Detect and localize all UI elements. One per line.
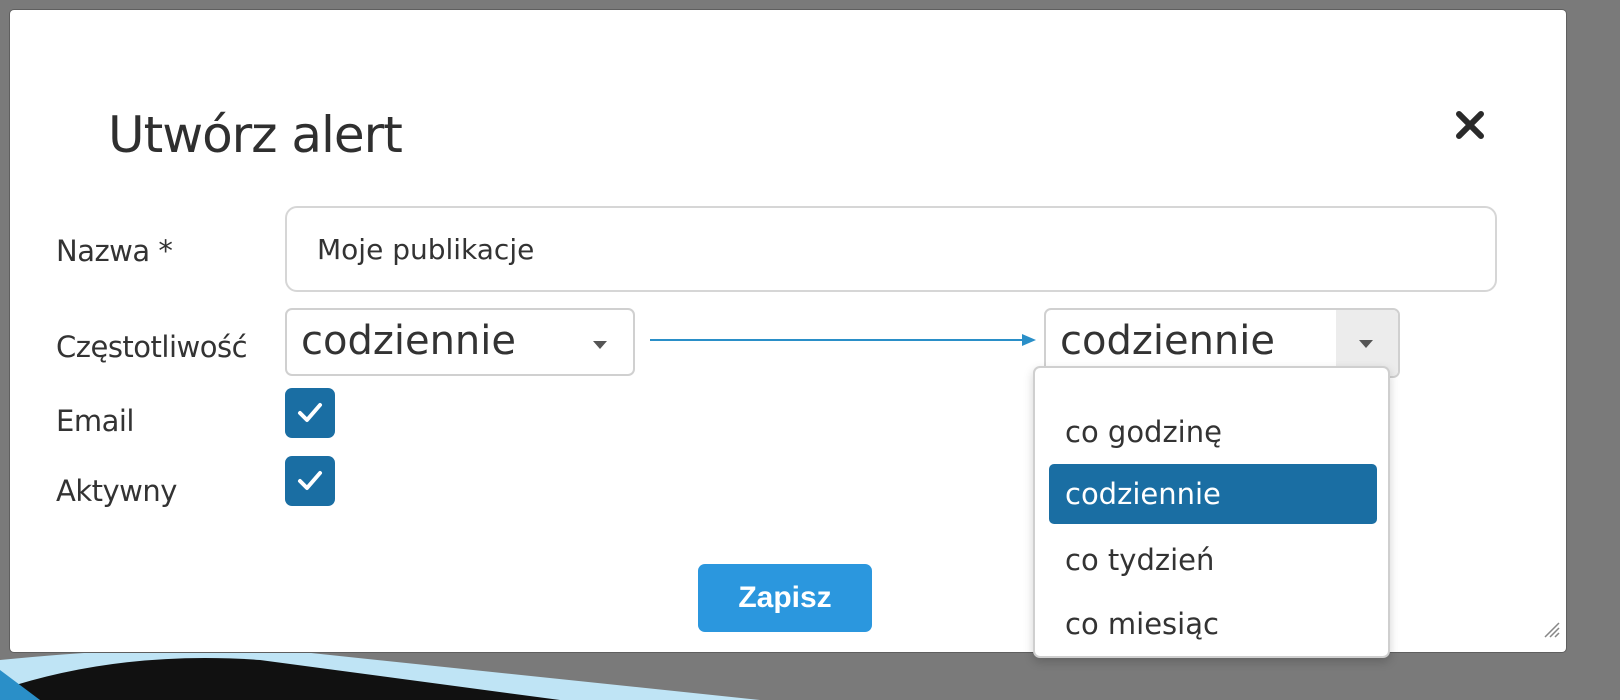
close-icon	[1456, 111, 1484, 139]
frequency-select-expanded-value: codziennie	[1060, 318, 1275, 364]
email-label: Email	[56, 404, 134, 438]
resize-grip-icon[interactable]	[1542, 620, 1560, 638]
chevron-down-icon	[593, 341, 607, 349]
dropdown-option-monthly[interactable]: co miesiąc	[1049, 594, 1377, 654]
dropdown-option-hourly[interactable]: co godzinę	[1049, 402, 1377, 462]
close-button[interactable]	[1450, 105, 1490, 145]
active-label: Aktywny	[56, 474, 177, 508]
checkmark-icon	[298, 471, 322, 490]
checkmark-icon	[298, 403, 322, 422]
dropdown-option-daily[interactable]: codziennie	[1049, 464, 1377, 524]
frequency-label: Częstotliwość	[56, 330, 248, 364]
dropdown-option-weekly[interactable]: co tydzień	[1049, 530, 1377, 590]
dialog-title: Utwórz alert	[108, 106, 403, 164]
chevron-down-icon	[1359, 340, 1373, 348]
name-input[interactable]	[285, 206, 1497, 292]
frequency-dropdown-list: co godzinę codziennie co tydzień co mies…	[1033, 366, 1390, 658]
frequency-select-value: codziennie	[301, 318, 516, 364]
active-checkbox[interactable]	[285, 456, 335, 506]
save-button[interactable]: Zapisz	[698, 564, 872, 632]
frequency-select[interactable]: codziennie	[285, 308, 635, 376]
arrow-right-icon	[650, 334, 1036, 346]
name-label: Nazwa *	[56, 234, 173, 268]
email-checkbox[interactable]	[285, 388, 335, 438]
